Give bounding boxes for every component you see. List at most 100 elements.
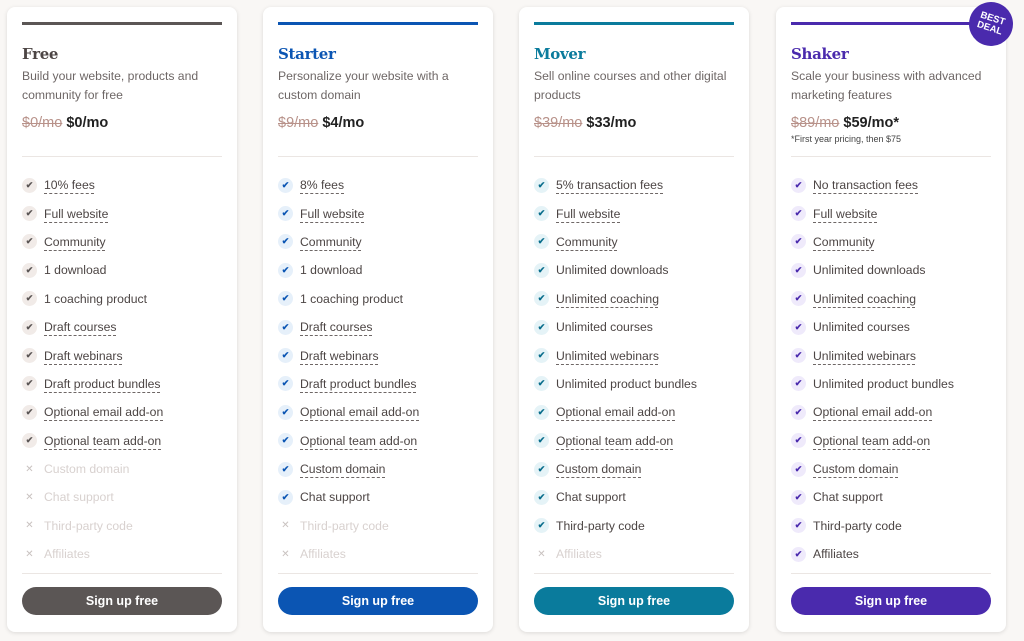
feature-item: ✔ Custom domain: [534, 455, 739, 483]
sign-up-button[interactable]: Sign up free: [534, 587, 734, 615]
feature-label[interactable]: Optional email add-on: [556, 405, 675, 419]
feature-label[interactable]: Draft courses: [300, 320, 372, 334]
feature-label[interactable]: Full website: [300, 207, 364, 221]
divider: [278, 156, 478, 157]
cross-icon: ✕: [25, 463, 34, 475]
feature-item: ✕ Chat support: [22, 483, 227, 511]
feature-item: ✔ Draft product bundles: [22, 370, 227, 398]
feature-label: Custom domain: [44, 462, 130, 477]
feature-label[interactable]: Optional email add-on: [300, 405, 419, 419]
check-icon: ✔: [278, 404, 293, 420]
check-icon: ✔: [22, 376, 37, 392]
feature-label: Chat support: [813, 490, 883, 505]
check-icon: ✔: [22, 433, 37, 449]
feature-item: ✔ Custom domain: [278, 455, 483, 483]
old-price: $9/mo: [278, 115, 319, 131]
feature-label[interactable]: No transaction fees: [813, 178, 918, 192]
plan-card-free: Free Build your website, products and com…: [7, 7, 237, 632]
feature-item: ✔ Draft courses: [22, 313, 227, 341]
feature-label[interactable]: Full website: [813, 207, 877, 221]
old-price: $0/mo: [22, 115, 63, 131]
check-icon: ✔: [791, 348, 806, 364]
plan-card-starter: Starter Personalize your website with a c…: [263, 7, 493, 632]
feature-label: Third-party code: [813, 518, 902, 533]
feature-label[interactable]: Full website: [556, 207, 620, 221]
check-icon: ✔: [278, 433, 293, 449]
feature-item: ✔ Optional team add-on: [791, 427, 996, 455]
plan-description: Sell online courses and other digital pr…: [534, 69, 727, 102]
feature-item: ✔ Optional email add-on: [534, 398, 739, 426]
feature-label[interactable]: Draft webinars: [44, 349, 123, 363]
feature-item: ✔ Custom domain: [791, 455, 996, 483]
feature-label: Third-party code: [556, 518, 645, 533]
feature-list: ✔ 8% fees ✔ Full website ✔ Community ✔ 1 downlo…: [278, 171, 483, 568]
feature-label[interactable]: 10% fees: [44, 178, 95, 192]
feature-label[interactable]: Draft webinars: [300, 349, 379, 363]
plan-name: Shaker: [791, 45, 849, 63]
feature-item: ✕ Custom domain: [22, 455, 227, 483]
feature-label: 1 coaching product: [44, 291, 147, 306]
feature-label[interactable]: Unlimited coaching: [813, 292, 916, 306]
check-icon: ✔: [791, 376, 806, 392]
feature-label[interactable]: Community: [44, 235, 106, 249]
feature-item: ✕ Third-party code: [278, 512, 483, 540]
feature-label[interactable]: 5% transaction fees: [556, 178, 663, 192]
check-icon: ✔: [22, 291, 37, 307]
feature-label[interactable]: Draft product bundles: [300, 377, 417, 391]
feature-label: Affiliates: [556, 547, 602, 562]
feature-label[interactable]: Draft courses: [44, 320, 116, 334]
feature-item: ✔ 5% transaction fees: [534, 171, 739, 199]
feature-item: ✔ Third-party code: [791, 512, 996, 540]
feature-label[interactable]: Unlimited webinars: [556, 349, 659, 363]
feature-label[interactable]: Community: [813, 235, 875, 249]
check-icon: ✔: [22, 348, 37, 364]
price-row: $0/mo $0/mo: [22, 115, 108, 131]
feature-item: ✔ Unlimited courses: [791, 313, 996, 341]
cross-icon: ✕: [281, 548, 290, 560]
feature-label[interactable]: Custom domain: [556, 462, 641, 476]
divider: [22, 156, 222, 157]
feature-label: Third-party code: [44, 518, 133, 533]
feature-label[interactable]: Custom domain: [300, 462, 385, 476]
sign-up-button[interactable]: Sign up free: [22, 587, 222, 615]
check-icon: ✔: [791, 404, 806, 420]
check-icon: ✔: [534, 206, 549, 222]
feature-item: ✔ 8% fees: [278, 171, 483, 199]
feature-label[interactable]: Optional email add-on: [44, 405, 163, 419]
current-price: $33/mo: [586, 115, 637, 131]
price-row: $9/mo $4/mo: [278, 115, 364, 131]
feature-label[interactable]: Optional team add-on: [44, 434, 161, 448]
feature-label: Chat support: [556, 490, 626, 505]
feature-list: ✔ 10% fees ✔ Full website ✔ Community ✔ 1 downl…: [22, 171, 227, 568]
feature-label[interactable]: Optional team add-on: [813, 434, 930, 448]
check-icon: ✔: [534, 348, 549, 364]
check-icon: ✔: [791, 291, 806, 307]
check-icon: ✔: [278, 376, 293, 392]
feature-label[interactable]: Optional team add-on: [300, 434, 417, 448]
check-icon: ✔: [22, 177, 37, 193]
check-icon: ✔: [534, 518, 549, 534]
feature-label[interactable]: Full website: [44, 207, 108, 221]
price-row: $39/mo $33/mo: [534, 115, 636, 131]
sign-up-button[interactable]: Sign up free: [278, 587, 478, 615]
feature-label[interactable]: Optional email add-on: [813, 405, 932, 419]
divider: [791, 156, 991, 157]
feature-label: Chat support: [44, 490, 114, 505]
feature-item: ✔ Unlimited downloads: [534, 256, 739, 284]
feature-item: ✔ Community: [534, 228, 739, 256]
feature-label[interactable]: Optional team add-on: [556, 434, 673, 448]
feature-label[interactable]: Unlimited webinars: [813, 349, 916, 363]
feature-label[interactable]: Draft product bundles: [44, 377, 161, 391]
feature-item: ✔ 1 download: [22, 256, 227, 284]
feature-item: ✔ Optional email add-on: [278, 398, 483, 426]
sign-up-button[interactable]: Sign up free: [791, 587, 991, 615]
feature-item: ✕ Affiliates: [278, 540, 483, 568]
feature-item: ✔ 1 coaching product: [278, 285, 483, 313]
feature-label[interactable]: Community: [556, 235, 618, 249]
feature-label[interactable]: Community: [300, 235, 362, 249]
feature-label[interactable]: Custom domain: [813, 462, 898, 476]
feature-label[interactable]: 8% fees: [300, 178, 344, 192]
feature-label[interactable]: Unlimited coaching: [556, 292, 659, 306]
current-price: $0/mo: [66, 115, 109, 131]
feature-item: ✔ Unlimited courses: [534, 313, 739, 341]
